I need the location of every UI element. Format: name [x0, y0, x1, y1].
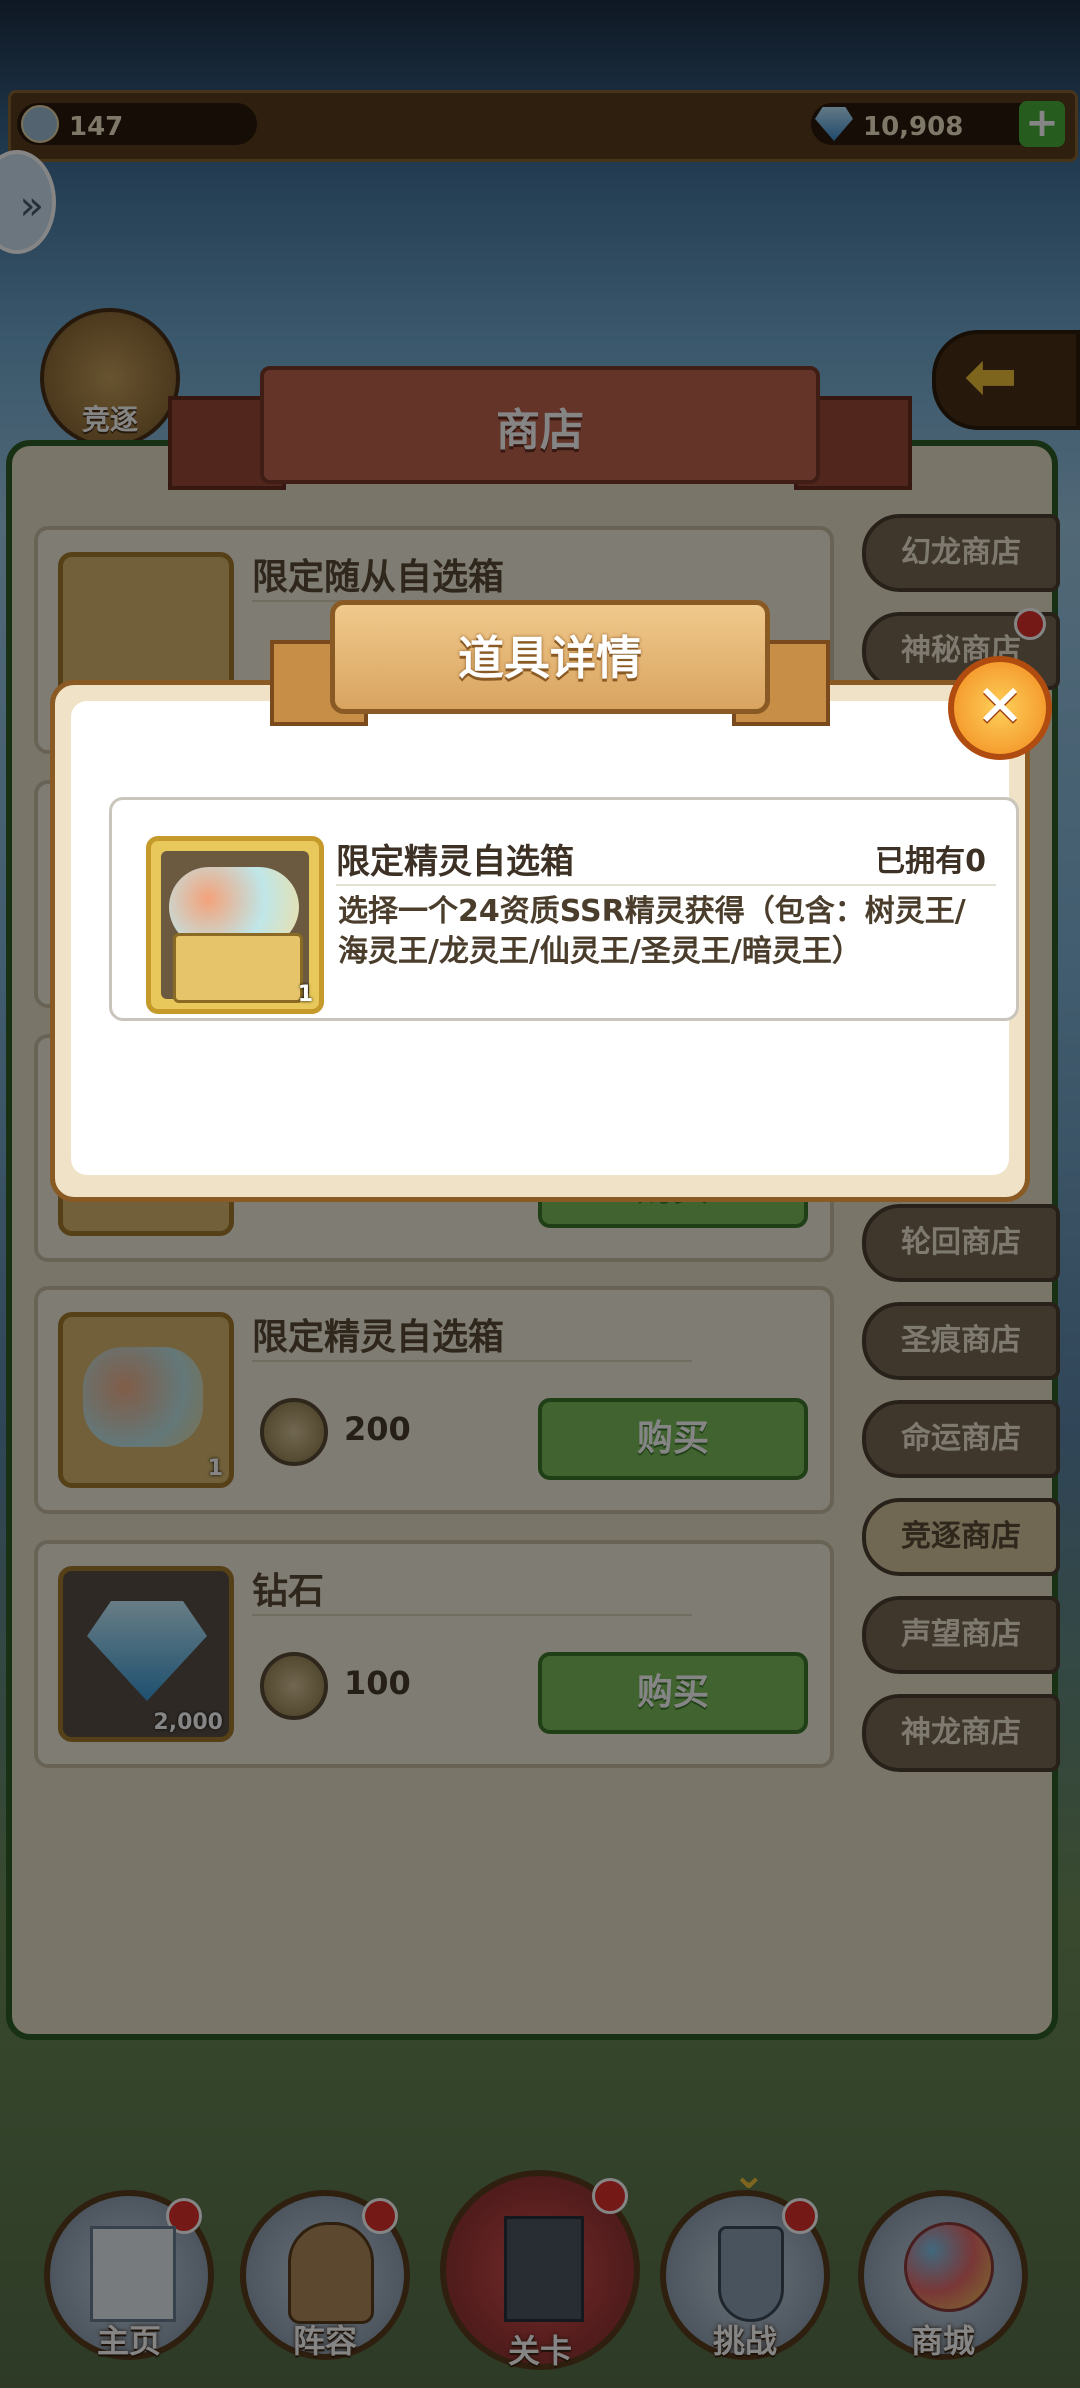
chest-body-icon [173, 933, 303, 1003]
spirit-chest-icon: 1 [146, 836, 324, 1014]
modal-title: 道具详情 [458, 631, 642, 685]
item-description: 选择一个24资质SSR精灵获得（包含：树灵王/海灵王/龙灵王/仙灵王/圣灵王/暗… [338, 894, 966, 969]
item-detail-card: 1 限定精灵自选箱 已拥有0 选择一个24资质SSR精灵获得（包含：树灵王/海灵… [109, 797, 1019, 1021]
item-quantity: 1 [297, 982, 313, 1007]
close-icon: ✕ [975, 672, 1025, 740]
owned-count: 已拥有0 [875, 844, 986, 879]
item-detail-modal: 1 限定精灵自选箱 已拥有0 选择一个24资质SSR精灵获得（包含：树灵王/海灵… [50, 680, 1030, 1202]
detail-divider [336, 884, 996, 886]
modal-title-ribbon: 道具详情 [270, 600, 830, 730]
close-button[interactable]: ✕ [948, 656, 1052, 760]
detail-item-name: 限定精灵自选箱 [336, 842, 574, 882]
modal-inner: 1 限定精灵自选箱 已拥有0 选择一个24资质SSR精灵获得（包含：树灵王/海灵… [71, 701, 1019, 1175]
